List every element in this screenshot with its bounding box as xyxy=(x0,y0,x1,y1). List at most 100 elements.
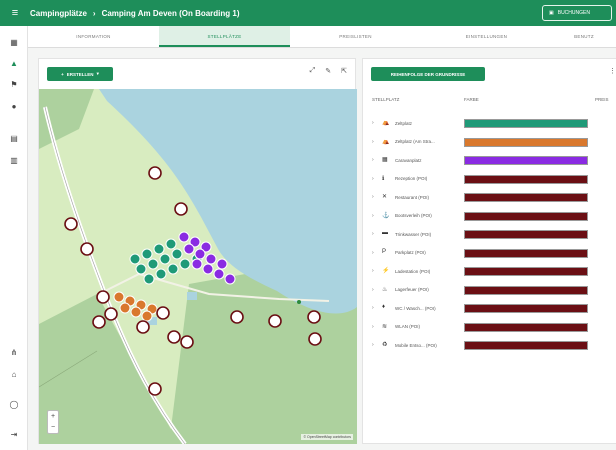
map-panel: + ERSTELLEN ▾ ⤢ ✎ ⇱ + − © OpenStreetMap … xyxy=(38,58,357,444)
color-swatch[interactable] xyxy=(464,341,588,350)
pitch-type-label: Zeltplatz xyxy=(395,120,413,126)
water-icon: ▬ xyxy=(382,230,388,236)
parking-icon: P xyxy=(382,248,387,255)
color-swatch[interactable] xyxy=(464,285,588,295)
color-swatch[interactable] xyxy=(464,174,588,184)
tab-information[interactable]: INFORMATION xyxy=(28,26,159,47)
plus-icon: + xyxy=(61,71,64,77)
help-icon[interactable]: ◯ xyxy=(0,400,28,409)
tab-settings[interactable]: EINSTELLUNGEN xyxy=(421,26,552,47)
pitch-type-row[interactable]: › ℹ Rezeption (POI) xyxy=(363,171,616,189)
pitch-type-row[interactable]: › ♦ WC / Wasch... (POI) xyxy=(363,300,616,318)
chevron-right-icon[interactable]: › xyxy=(372,139,374,145)
color-swatch[interactable] xyxy=(464,230,588,239)
fullscreen-icon[interactable]: ⤢ xyxy=(310,67,316,75)
chevron-right-icon[interactable]: › xyxy=(372,305,374,311)
fire-icon: ♨ xyxy=(382,286,388,293)
boat-icon: ⚓ xyxy=(382,212,390,219)
chevron-right-icon[interactable]: › xyxy=(372,250,374,256)
tent-icon: ⛺ xyxy=(382,120,390,126)
map-canvas xyxy=(39,89,357,444)
logout-icon[interactable]: ⇥ xyxy=(0,430,28,439)
pitch-type-label: Restaurant (POI) xyxy=(395,194,430,200)
flag-icon[interactable]: ⚑ xyxy=(0,80,28,89)
zoom-out-button[interactable]: − xyxy=(48,422,58,433)
recycling-icon: ♻ xyxy=(382,342,388,348)
dashboard-icon[interactable]: ▦ xyxy=(0,38,28,47)
restaurant-icon: ✕ xyxy=(382,194,388,200)
pitch-type-row[interactable]: › P Parkplatz (POI) xyxy=(363,245,616,263)
chevron-right-icon[interactable]: › xyxy=(372,176,374,182)
chevron-right-icon[interactable]: › xyxy=(372,287,374,293)
pitch-type-label: Bootsverleih (POI) xyxy=(395,213,432,218)
pitch-type-row[interactable]: › ⛺ Zeltplatz (Am Stra... xyxy=(363,134,616,152)
pitch-type-row[interactable]: › ▬ Trinkwasser (POI) xyxy=(363,226,616,244)
pitch-type-row[interactable]: › ⛺ Zeltplatz xyxy=(363,115,616,133)
pitch-type-label: Parkplatz (POI) xyxy=(395,250,426,255)
zoom-control: + − xyxy=(47,410,59,434)
zoom-in-button[interactable]: + xyxy=(48,411,58,422)
chevron-right-icon[interactable]: › xyxy=(372,194,374,200)
hamburger-menu-icon[interactable]: ≡ xyxy=(0,7,30,19)
column-header-color: FARBE xyxy=(464,97,479,102)
info-icon: ℹ xyxy=(382,175,385,182)
pitch-type-label: Trinkwasser (POI) xyxy=(395,231,432,237)
chevron-right-icon[interactable]: › xyxy=(372,324,374,330)
chevron-right-icon[interactable]: › xyxy=(372,157,374,163)
color-swatch[interactable] xyxy=(464,267,588,276)
breadcrumb-campsites[interactable]: Campingplätze xyxy=(30,9,87,18)
chevron-right-icon[interactable]: › xyxy=(372,120,374,126)
tab-bar: INFORMATION STELLPLÄTZE PREISLISTEN EINS… xyxy=(28,26,616,48)
color-swatch[interactable] xyxy=(464,137,588,147)
chevron-right-icon[interactable]: › xyxy=(372,231,374,237)
color-swatch[interactable] xyxy=(464,119,588,128)
pitch-type-row[interactable]: › ⚓ Bootsverleih (POI) xyxy=(363,208,616,226)
pitch-type-row[interactable]: › ≋ WLAN (POI) xyxy=(363,319,616,337)
pitch-type-label: WLAN (POI) xyxy=(395,324,421,329)
pitch-type-label: Caravanplatz xyxy=(395,157,422,163)
sidebar-nav: ▦ ▲ ⚑ ● ▤ ▥ ⋔ ⌂ ◯ ⇥ xyxy=(0,26,28,450)
map-attribution: © OpenStreetMap contributors xyxy=(301,434,353,440)
color-swatch[interactable] xyxy=(464,304,588,313)
bookings-button-label: BUCHUNGEN xyxy=(557,10,590,16)
bookings-button[interactable]: ▣ BUCHUNGEN xyxy=(542,5,612,21)
calendar-icon[interactable]: ▤ xyxy=(0,134,28,143)
tab-users[interactable]: BENUTZ xyxy=(552,26,616,47)
color-swatch[interactable] xyxy=(464,248,588,258)
network-icon[interactable]: ⋔ xyxy=(0,348,28,357)
tab-price-lists[interactable]: PREISLISTEN xyxy=(290,26,421,47)
location-pin-icon[interactable]: ● xyxy=(0,102,28,111)
create-button-label: ERSTELLEN xyxy=(66,71,94,77)
pitch-type-label: Lagerfeuer (POI) xyxy=(395,287,429,292)
create-button[interactable]: + ERSTELLEN ▾ xyxy=(47,67,113,81)
tent-outline-icon[interactable]: ⌂ xyxy=(0,370,28,379)
tab-pitches[interactable]: STELLPLÄTZE xyxy=(159,26,290,47)
color-swatch[interactable] xyxy=(464,193,588,202)
pitch-type-row[interactable]: › ✕ Restaurant (POI) xyxy=(363,189,616,207)
color-swatch[interactable] xyxy=(464,156,588,165)
tent-icon: ⛺ xyxy=(382,138,390,145)
chevron-right-icon[interactable]: › xyxy=(372,342,374,348)
expand-icon[interactable]: ⇱ xyxy=(341,67,347,75)
breadcrumb-current-campsite: Camping Am Deven (On Boarding 1) xyxy=(101,8,240,18)
calendar-icon: ▣ xyxy=(549,10,554,16)
chevron-right-icon[interactable]: › xyxy=(372,213,374,219)
pitch-type-row[interactable]: › ♻ Mobile Entso... (POI) xyxy=(363,337,616,355)
more-options-icon[interactable]: ⋮ xyxy=(609,67,616,75)
pitch-type-label: WC / Wasch... (POI) xyxy=(395,305,436,311)
pitch-type-row[interactable]: › ▦ Caravanplatz xyxy=(363,152,616,170)
floor-plan-order-button[interactable]: REIHENFOLGE DER GRUNDRISSE xyxy=(371,67,485,81)
campsite-map[interactable]: + − © OpenStreetMap contributors xyxy=(39,89,357,444)
pitch-type-panel: REIHENFOLGE DER GRUNDRISSE ⋮ STELLPLATZ … xyxy=(362,58,616,444)
color-swatch[interactable] xyxy=(464,211,588,221)
chevron-right-icon[interactable]: › xyxy=(372,268,374,274)
pitch-type-row[interactable]: › ⚡ Ladestation (POI) xyxy=(363,263,616,281)
document-icon[interactable]: ▥ xyxy=(0,156,28,165)
edit-icon[interactable]: ✎ xyxy=(325,67,331,75)
wc-icon: ♦ xyxy=(382,304,386,310)
color-swatch[interactable] xyxy=(464,322,588,332)
pitch-type-row[interactable]: › ♨ Lagerfeuer (POI) xyxy=(363,282,616,300)
campsites-icon[interactable]: ▲ xyxy=(0,59,28,68)
pitch-type-label: Rezeption (POI) xyxy=(395,176,428,181)
breadcrumb-separator: › xyxy=(92,8,96,18)
